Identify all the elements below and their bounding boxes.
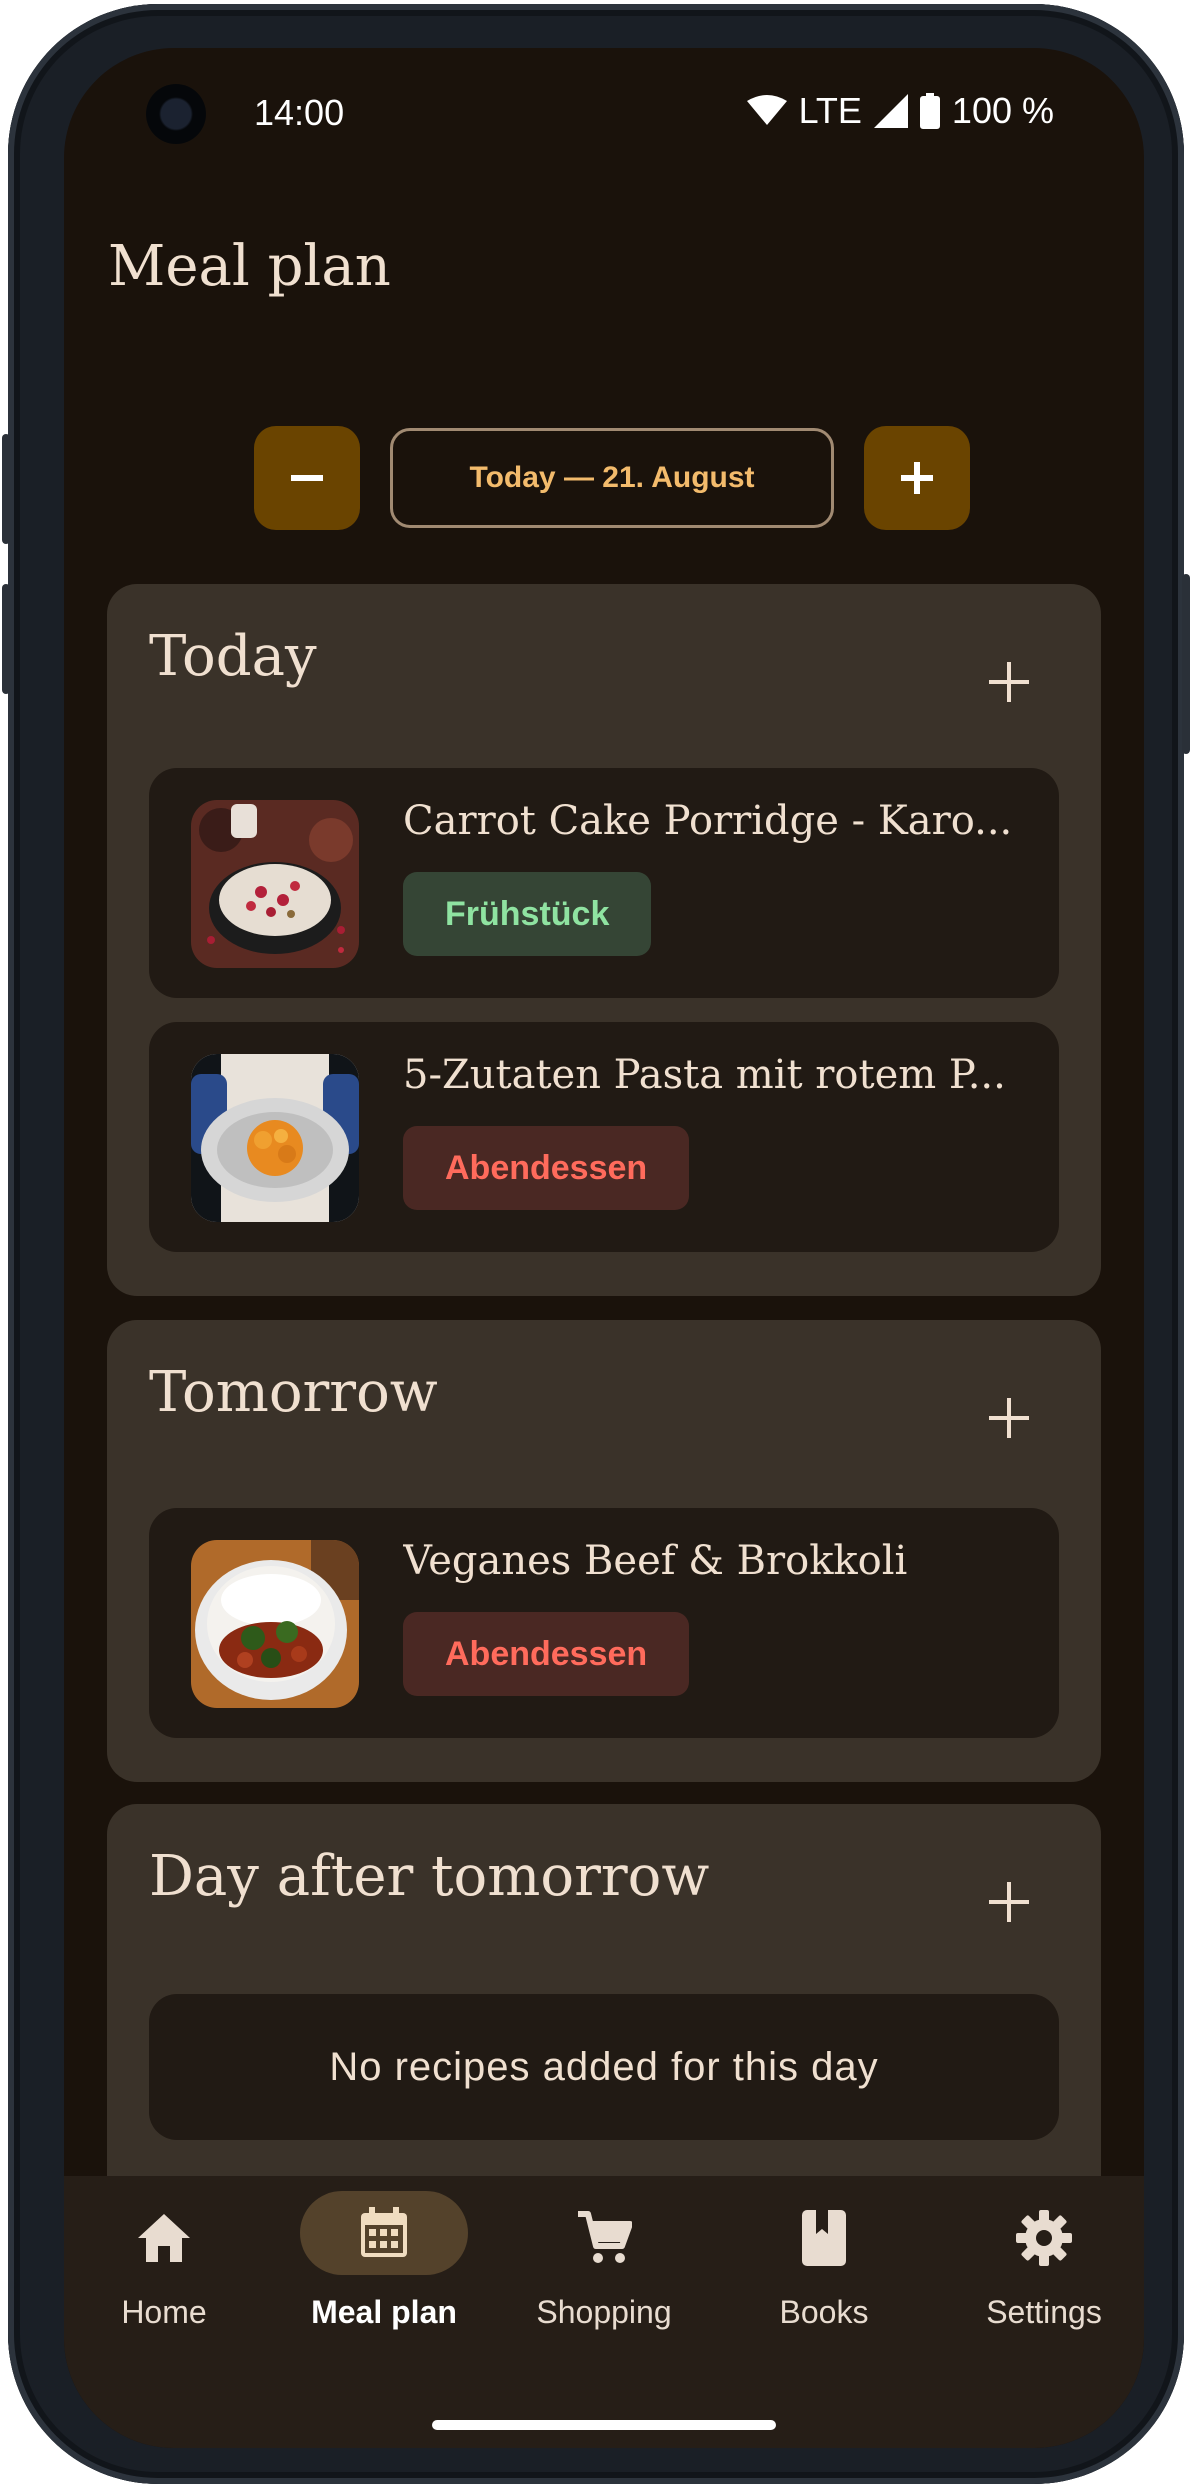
network-type: LTE bbox=[798, 90, 862, 131]
nav-label: Shopping bbox=[536, 2294, 672, 2330]
phone-frame: 14:00 LTE 100 % Meal plan Today — 21. Au… bbox=[2, 4, 1190, 2484]
plus-icon bbox=[901, 462, 933, 494]
next-day-button[interactable] bbox=[864, 426, 970, 530]
nav-label: Settings bbox=[986, 2294, 1102, 2330]
current-date-button[interactable]: Today — 21. August bbox=[390, 428, 834, 528]
recipe-image bbox=[191, 800, 359, 968]
gear-icon bbox=[944, 2206, 1144, 2270]
signal-icon bbox=[873, 94, 908, 128]
recipe-name: Veganes Beef & Brokkoli bbox=[403, 1538, 908, 1584]
recipe-image bbox=[191, 1540, 359, 1708]
cart-icon bbox=[504, 2206, 704, 2270]
battery-icon bbox=[919, 93, 940, 129]
recipe-image bbox=[191, 1054, 359, 1222]
recipe-item[interactable]: Veganes Beef & Brokkoli Abendessen bbox=[149, 1508, 1059, 1738]
status-bar: 14:00 LTE 100 % bbox=[64, 48, 1144, 188]
nav-item-meal-plan[interactable]: Meal plan bbox=[284, 2191, 484, 2331]
wifi-icon bbox=[746, 95, 787, 127]
power-button bbox=[1182, 574, 1190, 754]
status-icons: LTE 100 % bbox=[746, 90, 1054, 132]
minus-icon bbox=[291, 475, 323, 481]
recipe-item[interactable]: 5-Zutaten Pasta mit rotem P... Abendesse… bbox=[149, 1022, 1059, 1252]
meal-type-tag: Abendessen bbox=[403, 1612, 690, 1696]
home-indicator[interactable] bbox=[432, 2420, 776, 2430]
status-time: 14:00 bbox=[254, 92, 345, 133]
add-recipe-plus-icon[interactable] bbox=[987, 660, 1031, 704]
recipe-name: Carrot Cake Porridge - Karo... bbox=[403, 798, 1013, 844]
recipe-name: 5-Zutaten Pasta mit rotem P... bbox=[403, 1052, 1006, 1098]
day-title: Tomorrow bbox=[149, 1360, 438, 1425]
battery-level: 100 % bbox=[951, 90, 1054, 131]
nav-active-indicator bbox=[284, 2191, 484, 2275]
volume-button bbox=[2, 584, 10, 694]
meal-type-tag: Abendessen bbox=[403, 1126, 690, 1210]
book-icon bbox=[724, 2206, 924, 2270]
day-title: Day after tomorrow bbox=[149, 1844, 710, 1909]
nav-item-home[interactable]: Home bbox=[64, 2206, 264, 2331]
day-card-today: Today Carrot Cake Porridge - Karo... Frü… bbox=[107, 584, 1101, 1296]
nav-item-shopping[interactable]: Shopping bbox=[504, 2206, 704, 2331]
home-icon bbox=[64, 2206, 264, 2270]
day-card-tomorrow: Tomorrow Veganes Beef & Brokkoli Abendes… bbox=[107, 1320, 1101, 1782]
page-title: Meal plan bbox=[108, 234, 391, 299]
meal-type-tag: Frühstück bbox=[403, 872, 652, 956]
volume-button bbox=[2, 434, 10, 544]
nav-label: Books bbox=[779, 2294, 869, 2330]
nav-item-books[interactable]: Books bbox=[724, 2206, 924, 2331]
nav-item-settings[interactable]: Settings bbox=[944, 2206, 1144, 2331]
add-recipe-plus-icon[interactable] bbox=[987, 1880, 1031, 1924]
recipe-item[interactable]: Carrot Cake Porridge - Karo... Frühstück bbox=[149, 768, 1059, 998]
screen: 14:00 LTE 100 % Meal plan Today — 21. Au… bbox=[64, 48, 1144, 2448]
nav-label: Home bbox=[121, 2294, 207, 2330]
calendar-icon bbox=[300, 2191, 468, 2275]
previous-day-button[interactable] bbox=[254, 426, 360, 530]
nav-label: Meal plan bbox=[311, 2294, 457, 2330]
add-recipe-plus-icon[interactable] bbox=[987, 1396, 1031, 1440]
day-card-day-after-tomorrow: Day after tomorrow No recipes added for … bbox=[107, 1804, 1101, 2224]
day-title: Today bbox=[149, 624, 317, 689]
empty-day-message: No recipes added for this day bbox=[149, 1994, 1059, 2140]
bottom-navigation: Home Meal plan Shopping Books Settings bbox=[64, 2176, 1144, 2448]
date-navigator: Today — 21. August bbox=[254, 426, 970, 530]
front-camera bbox=[146, 84, 206, 144]
